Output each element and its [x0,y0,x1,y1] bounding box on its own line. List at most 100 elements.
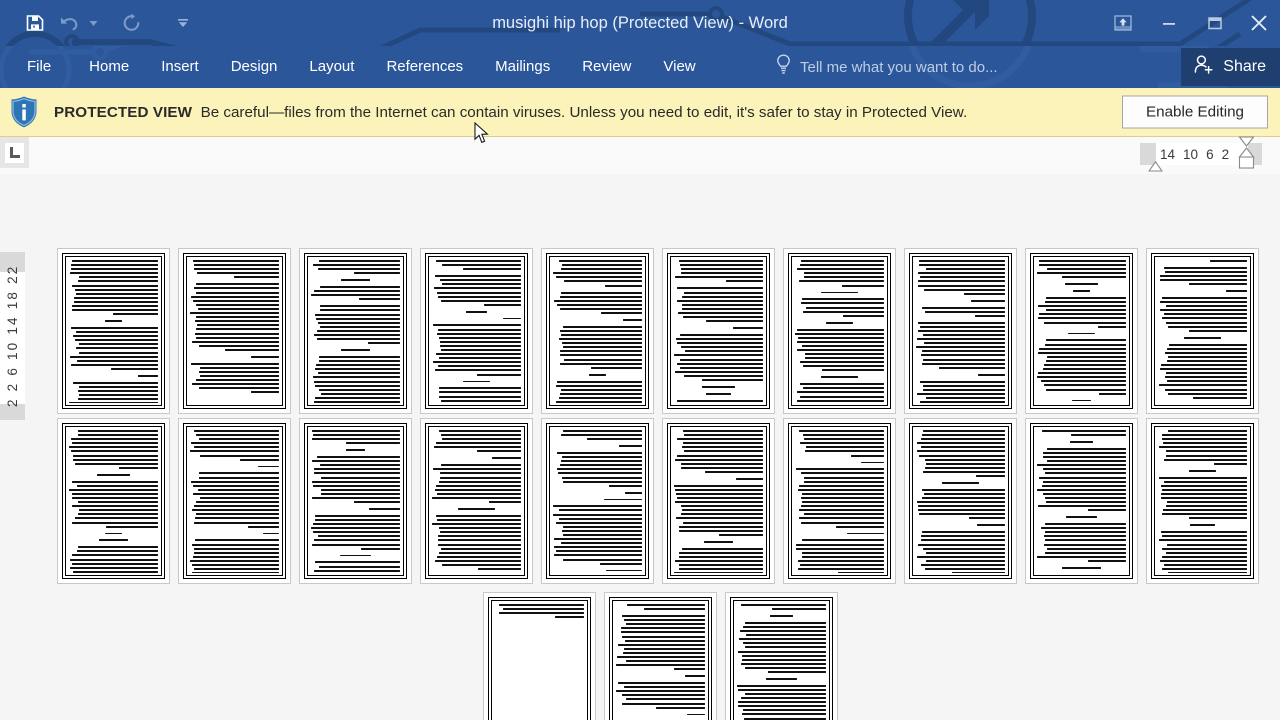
document-page[interactable] [299,248,412,414]
page-text-line [198,438,279,441]
document-page[interactable] [57,418,170,584]
document-page[interactable] [1025,418,1138,584]
page-text-line [1164,564,1247,567]
page-text-line [319,565,400,568]
tab-insert[interactable]: Insert [145,46,215,88]
page-text-line [624,639,705,642]
page-text-line [562,525,642,528]
page-paragraph [553,260,642,287]
document-page[interactable] [604,592,717,720]
page-text-line [559,295,642,298]
redo-icon[interactable] [114,7,148,39]
page-text-line [1045,339,1126,342]
page-text-line [1168,343,1247,346]
page-text-line [69,566,158,569]
page-paragraph [311,279,400,282]
document-page[interactable] [904,418,1017,584]
first-line-indent-marker[interactable] [1147,159,1164,177]
document-page[interactable] [662,248,775,414]
document-page[interactable] [541,248,654,414]
maximize-icon[interactable] [1192,4,1238,42]
document-page[interactable] [783,418,896,584]
document-page[interactable] [483,592,596,720]
document-page[interactable] [662,418,775,584]
page-text-line [554,546,642,549]
page-text-line [769,615,794,617]
page-text-line [922,358,1005,361]
page-text-line [1168,430,1247,432]
right-indent-marker[interactable] [1238,136,1255,175]
share-button[interactable]: Share [1181,47,1280,86]
page-text-line [436,442,521,445]
page-text-line [626,623,705,626]
page-text-line [1159,279,1247,282]
document-page[interactable] [178,248,291,414]
page-text-line [1066,516,1097,519]
page-paragraph [190,260,279,279]
document-page[interactable] [420,248,533,414]
tab-mailings[interactable]: Mailings [479,46,566,88]
document-canvas[interactable] [0,175,1280,720]
page-text-line [198,344,279,347]
page-text-line [678,568,763,571]
page-paragraph [674,399,763,403]
page-text-line [557,303,642,306]
page-text-line [1044,301,1126,304]
vertical-ruler[interactable]: 2 2 6 10 14 18 22 [0,252,25,420]
page-text-line [682,509,763,512]
tab-review[interactable]: Review [566,46,647,88]
document-page[interactable] [904,248,1017,414]
tab-view[interactable]: View [647,46,711,88]
page-text-line [441,299,521,302]
page-text-line [1162,317,1247,320]
page-text-line [683,450,763,453]
document-page[interactable] [725,592,838,720]
document-page[interactable] [1146,248,1259,414]
page-text-block [495,604,584,720]
page-text-line [1069,441,1094,443]
page-paragraph [69,381,158,403]
tab-stop-selector[interactable] [0,137,29,168]
page-text-line [974,314,1005,317]
page-text-line [110,367,158,370]
page-text-line [837,572,884,573]
customize-qat-icon[interactable] [176,7,190,39]
tab-file[interactable]: File [0,46,73,88]
page-text-line [465,310,488,313]
page-text-line [675,338,763,341]
page-paragraph [553,491,642,494]
page-text-line [1044,531,1126,534]
page-paragraph [1158,296,1247,332]
document-page[interactable] [57,248,170,414]
document-page[interactable] [420,418,533,584]
undo-icon[interactable] [52,7,86,39]
document-page[interactable] [178,418,291,584]
page-text-line [72,497,158,500]
save-icon[interactable] [18,7,52,39]
page-paragraph [311,449,400,452]
page-text-line [436,484,521,487]
tab-home[interactable]: Home [73,46,145,88]
page-paragraph [432,260,521,271]
ribbon-display-options-icon[interactable] [1100,4,1146,42]
document-page[interactable] [541,418,654,584]
tab-layout[interactable]: Layout [293,46,370,88]
close-icon[interactable] [1238,4,1280,42]
page-text-line [319,360,400,363]
document-page[interactable] [783,248,896,414]
tab-design[interactable]: Design [215,46,294,88]
document-page[interactable] [1146,418,1259,584]
page-text-line [703,540,734,543]
page-text-line [680,358,763,361]
page-text-line [919,260,1005,262]
enable-editing-button[interactable]: Enable Editing [1122,95,1268,129]
document-page[interactable] [299,418,412,584]
page-text-line [194,320,279,323]
document-page[interactable] [1025,248,1138,414]
minimize-icon[interactable] [1146,4,1192,42]
page-text-line [554,538,642,541]
page-text-block [795,260,884,403]
tell-me-search[interactable]: Tell me what you want to do... [776,46,998,88]
undo-dropdown-icon[interactable] [86,7,100,39]
tab-references[interactable]: References [370,46,479,88]
